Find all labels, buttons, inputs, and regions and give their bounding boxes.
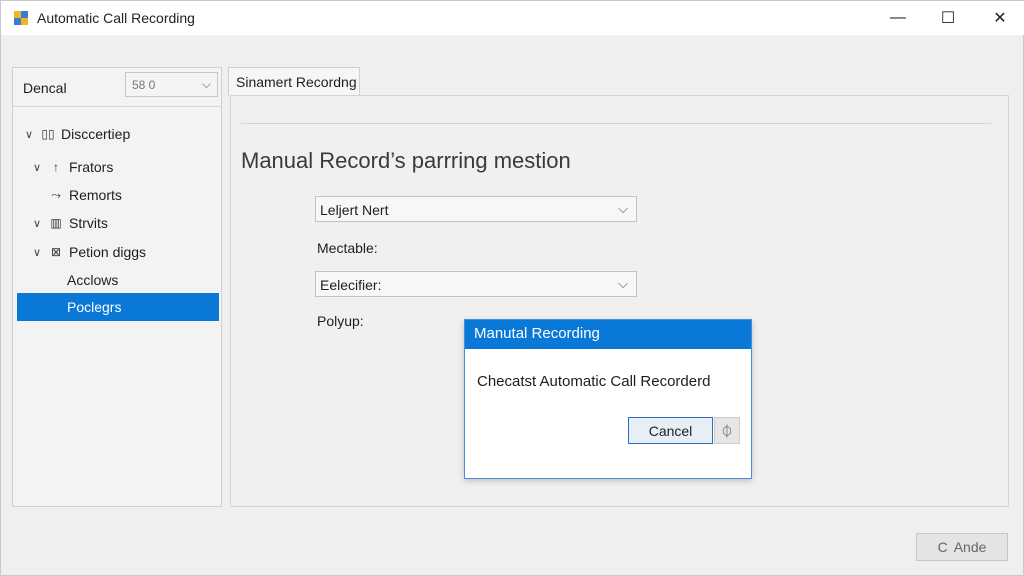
content-divider: [241, 123, 991, 124]
maximize-button[interactable]: ☐: [925, 1, 971, 35]
close-button[interactable]: ✕: [977, 1, 1023, 35]
panel-divider: [13, 106, 221, 107]
navigation-panel: Dencal 58 0 ⌵ ∨ ▯▯ Disccertiep ∨ ↑ Frato…: [12, 67, 222, 507]
chevron-down-icon: ⌵: [618, 276, 628, 291]
tree-item-label: Petion diggs: [69, 244, 147, 260]
primary-dropdown-value: Leljert Nert: [320, 202, 389, 218]
tab-sinamert-recordng[interactable]: Sinamert Recordng: [228, 67, 360, 96]
chevron-down-icon: ⌵: [201, 77, 211, 91]
secondary-dropdown-value: Eelecifier:: [320, 277, 382, 293]
tree-item-remorts[interactable]: ⤳ Remorts: [33, 182, 122, 208]
tree-item-poclegrs-selected[interactable]: Poclegrs: [17, 293, 219, 321]
panel-label: Dencal: [23, 80, 67, 96]
tree-item-label: Poclegrs: [67, 299, 122, 315]
tree-item-frators[interactable]: ∨ ↑ Frators: [33, 154, 113, 180]
grid-icon: ▯▯: [41, 127, 55, 141]
ande-button-label: Ande: [953, 539, 987, 555]
dialog-message: Checatst Automatic Call Recorderd: [477, 373, 711, 390]
app-logo-icon: [14, 11, 28, 25]
window-title: Automatic Call Recording: [37, 10, 195, 26]
tree-item-label: Strvits: [69, 215, 108, 231]
tree-item-disccertiep[interactable]: ∨ ▯▯ Disccertiep: [25, 121, 130, 147]
cancel-button[interactable]: Cancel: [628, 417, 713, 444]
refresh-icon: C: [937, 539, 948, 555]
chevron-down-icon: ⌵: [618, 201, 628, 216]
section-heading: Manual Record’s parrring mestion: [241, 148, 571, 173]
tree-item-label: Disccertiep: [61, 126, 131, 142]
minimize-button[interactable]: —: [875, 1, 921, 35]
arrow-up-icon: ↑: [53, 160, 59, 174]
dialog-extra-button[interactable]: ⏀: [714, 417, 740, 444]
tree-item-label: Remorts: [69, 187, 122, 203]
expand-chevron-icon[interactable]: ∨: [33, 246, 47, 259]
field-label-mectable: Mectable:: [317, 240, 378, 256]
dialog-title: Manutal Recording: [465, 320, 751, 349]
expand-chevron-icon[interactable]: ∨: [25, 128, 39, 141]
secondary-dropdown[interactable]: Eelecifier: ⌵: [315, 271, 637, 297]
tree-item-label: Acclows: [67, 272, 119, 288]
building-icon: ▥: [50, 216, 62, 230]
app-window: Automatic Call Recording — ☐ ✕ Dencal 58…: [0, 0, 1024, 576]
panel-dropdown[interactable]: 58 0 ⌵: [125, 72, 218, 97]
expand-chevron-icon[interactable]: ∨: [33, 217, 47, 230]
tree-item-petion-diggs[interactable]: ∨ ⊠ Petion diggs: [33, 239, 146, 265]
tree-item-acclows[interactable]: Acclows: [67, 267, 118, 293]
redirect-arrow-icon: ⤳: [51, 187, 61, 202]
manual-recording-dialog: Manutal Recording Checatst Automatic Cal…: [464, 319, 752, 479]
primary-dropdown[interactable]: Leljert Nert ⌵: [315, 196, 637, 222]
ande-button[interactable]: C Ande: [916, 533, 1008, 561]
power-icon: ⏀: [720, 424, 734, 439]
tree-item-strvits[interactable]: ∨ ▥ Strvits: [33, 210, 108, 236]
expand-chevron-icon[interactable]: ∨: [33, 161, 47, 174]
panel-dropdown-value: 58 0: [132, 78, 156, 92]
tree-item-label: Frators: [69, 159, 114, 175]
settings-box-icon: ⊠: [50, 245, 62, 259]
title-bar: Automatic Call Recording — ☐ ✕: [1, 1, 1024, 35]
field-label-polyup: Polyup:: [317, 313, 364, 329]
